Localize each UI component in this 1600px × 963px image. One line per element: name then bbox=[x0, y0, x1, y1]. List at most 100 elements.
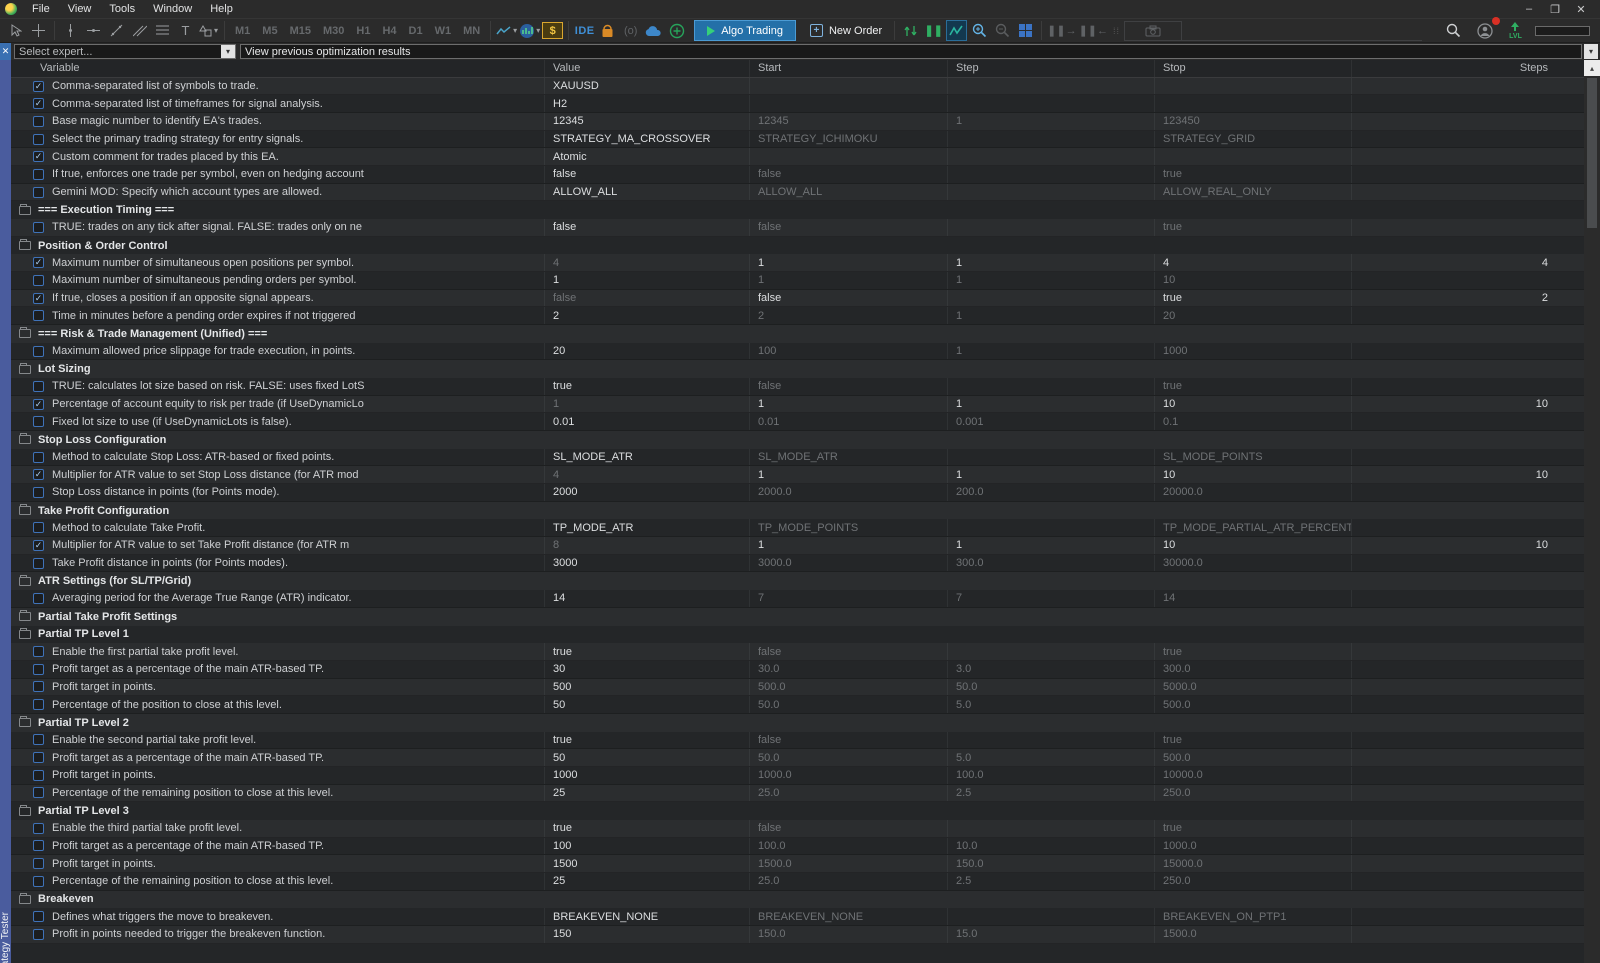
param-row[interactable]: Enable the first partial take profit lev… bbox=[11, 643, 1584, 661]
stop-cell[interactable]: 10 bbox=[1155, 466, 1352, 484]
param-row[interactable]: Gemini MOD: Specify which account types … bbox=[11, 183, 1584, 202]
param-checkbox[interactable] bbox=[33, 592, 44, 604]
drag-handle[interactable]: ⁞⁞ bbox=[1113, 26, 1120, 36]
step-cell[interactable]: 1 bbox=[948, 342, 1155, 360]
group-row[interactable]: Partial TP Level 2 bbox=[11, 713, 1584, 732]
stop-cell[interactable]: 10000.0 bbox=[1155, 766, 1352, 784]
timeframe-m15[interactable]: M15 bbox=[284, 25, 317, 37]
param-checkbox[interactable] bbox=[33, 221, 44, 233]
param-row[interactable]: ✓ Comma-separated list of symbols to trad… bbox=[11, 77, 1584, 96]
start-cell[interactable]: 1 bbox=[750, 272, 948, 289]
param-checkbox[interactable] bbox=[33, 787, 44, 799]
step-cell[interactable]: 15.0 bbox=[948, 925, 1155, 943]
param-row[interactable]: TRUE: trades on any tick after signal. F… bbox=[11, 219, 1584, 237]
step-cell[interactable] bbox=[948, 731, 1155, 749]
param-row[interactable]: ✓ Multiplier for ATR value to set Take Pr… bbox=[11, 537, 1584, 555]
step-cell[interactable]: 5.0 bbox=[948, 749, 1155, 766]
zoom-in-icon[interactable] bbox=[969, 20, 990, 41]
start-cell[interactable]: 2 bbox=[750, 307, 948, 325]
param-checkbox[interactable]: ✓ bbox=[33, 292, 44, 304]
value-cell[interactable]: Atomic bbox=[545, 148, 750, 166]
step-cell[interactable]: 50.0 bbox=[948, 678, 1155, 696]
step-cell[interactable]: 3.0 bbox=[948, 660, 1155, 678]
value-cell[interactable]: 2 bbox=[545, 307, 750, 325]
cloud-icon[interactable] bbox=[643, 20, 664, 41]
zoom-out-icon[interactable] bbox=[992, 20, 1013, 41]
param-checkbox[interactable] bbox=[33, 522, 44, 534]
ide-button[interactable]: IDE bbox=[574, 20, 595, 41]
timeframe-m5[interactable]: M5 bbox=[256, 25, 283, 37]
start-cell[interactable]: false bbox=[750, 643, 948, 660]
text-tool-icon[interactable]: T bbox=[175, 20, 196, 41]
group-row[interactable]: Breakeven bbox=[11, 890, 1584, 909]
step-cell[interactable]: 100.0 bbox=[948, 766, 1155, 784]
value-cell[interactable]: 4 bbox=[545, 466, 750, 484]
param-checkbox[interactable]: ✓ bbox=[33, 98, 44, 110]
param-checkbox[interactable] bbox=[33, 380, 44, 392]
param-checkbox[interactable] bbox=[33, 769, 44, 781]
currency-icon[interactable]: $ bbox=[542, 22, 564, 39]
group-row[interactable]: Take Profit Configuration bbox=[11, 501, 1584, 520]
start-cell[interactable]: 500.0 bbox=[750, 678, 948, 696]
stop-cell[interactable]: 0.1 bbox=[1155, 413, 1352, 431]
start-cell[interactable]: 25.0 bbox=[750, 872, 948, 890]
step-cell[interactable] bbox=[948, 219, 1155, 236]
user-account-icon[interactable] bbox=[1474, 17, 1500, 41]
value-cell[interactable]: 1500 bbox=[545, 855, 750, 872]
value-cell[interactable]: 30 bbox=[545, 660, 750, 678]
param-checkbox[interactable] bbox=[33, 274, 44, 286]
value-cell[interactable]: true bbox=[545, 731, 750, 749]
step-cell[interactable]: 10.0 bbox=[948, 837, 1155, 855]
param-row[interactable]: Profit in points needed to trigger the b… bbox=[11, 925, 1584, 944]
param-row[interactable]: TRUE: calculates lot size based on risk.… bbox=[11, 378, 1584, 396]
value-cell[interactable]: 500 bbox=[545, 678, 750, 696]
step-cell[interactable]: 150.0 bbox=[948, 855, 1155, 872]
add-services-icon[interactable] bbox=[666, 20, 687, 41]
screenshot-button[interactable] bbox=[1124, 20, 1183, 41]
value-cell[interactable]: SL_MODE_ATR bbox=[545, 448, 750, 466]
stop-cell[interactable]: true bbox=[1155, 289, 1352, 307]
chart-type-dropdown[interactable]: ▾ bbox=[496, 20, 517, 41]
stop-cell[interactable]: ALLOW_REAL_ONLY bbox=[1155, 183, 1352, 201]
stop-cell[interactable]: true bbox=[1155, 731, 1352, 749]
step-cell[interactable] bbox=[948, 77, 1155, 95]
value-cell[interactable]: 12345 bbox=[545, 113, 750, 130]
param-row[interactable]: Averaging period for the Average True Ra… bbox=[11, 590, 1584, 608]
timeframe-h1[interactable]: H1 bbox=[350, 25, 376, 37]
param-checkbox[interactable] bbox=[33, 681, 44, 693]
value-cell[interactable]: 0.01 bbox=[545, 413, 750, 431]
step-cell[interactable] bbox=[948, 819, 1155, 837]
param-checkbox[interactable] bbox=[33, 663, 44, 675]
market-bag-icon[interactable] bbox=[597, 20, 618, 41]
step-cell[interactable]: 1 bbox=[948, 466, 1155, 484]
param-row[interactable]: Fixed lot size to use (if UseDynamicLots… bbox=[11, 413, 1584, 432]
stop-cell[interactable]: 30000.0 bbox=[1155, 554, 1352, 572]
param-checkbox[interactable]: ✓ bbox=[33, 257, 44, 269]
start-cell[interactable]: 1 bbox=[750, 395, 948, 413]
param-checkbox[interactable] bbox=[33, 646, 44, 657]
tile-windows-icon[interactable] bbox=[1015, 20, 1036, 41]
group-row[interactable]: Lot Sizing bbox=[11, 360, 1584, 379]
step-cell[interactable] bbox=[948, 289, 1155, 307]
param-row[interactable]: ✓ Comma-separated list of timeframes for … bbox=[11, 95, 1584, 114]
scrollbar-up-button[interactable]: ▴ bbox=[1584, 60, 1600, 76]
start-cell[interactable]: 1 bbox=[750, 466, 948, 484]
stop-cell[interactable]: 500.0 bbox=[1155, 749, 1352, 766]
step-cell[interactable] bbox=[948, 148, 1155, 166]
stop-cell[interactable]: BREAKEVEN_ON_PTP1 bbox=[1155, 908, 1352, 925]
value-cell[interactable]: 25 bbox=[545, 872, 750, 890]
start-cell[interactable]: false bbox=[750, 378, 948, 395]
param-row[interactable]: If true, enforces one trade per symbol, … bbox=[11, 166, 1584, 184]
start-cell[interactable]: 0.01 bbox=[750, 413, 948, 431]
new-order-button[interactable]: + New Order bbox=[802, 20, 890, 41]
step-cell[interactable]: 1 bbox=[948, 113, 1155, 130]
level-icon[interactable]: LVL bbox=[1505, 20, 1526, 41]
start-cell[interactable]: false bbox=[750, 819, 948, 837]
start-cell[interactable]: false bbox=[750, 166, 948, 183]
group-row[interactable]: Position & Order Control bbox=[11, 236, 1584, 255]
start-cell[interactable]: 50.0 bbox=[750, 749, 948, 766]
menu-tools[interactable]: Tools bbox=[100, 1, 144, 17]
step-cell[interactable] bbox=[948, 519, 1155, 537]
value-cell[interactable]: 4 bbox=[545, 254, 750, 272]
param-checkbox[interactable] bbox=[33, 115, 44, 127]
